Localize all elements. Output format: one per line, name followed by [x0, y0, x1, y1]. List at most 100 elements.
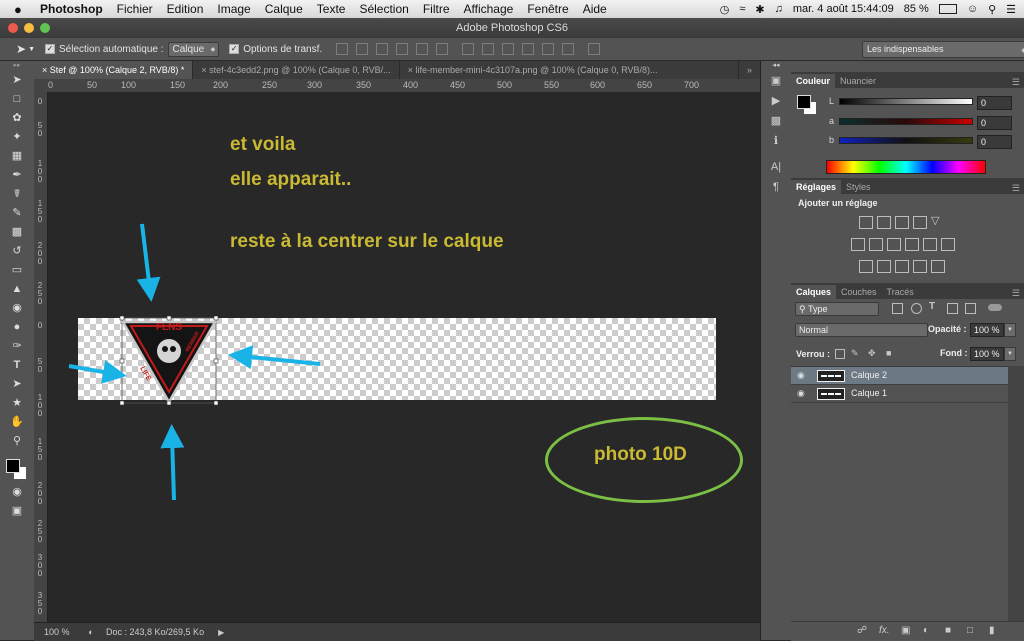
- spotlight-icon[interactable]: ⚲: [988, 3, 996, 16]
- path-selection-tool-icon[interactable]: ➤: [0, 375, 34, 394]
- a-value-field[interactable]: 0: [977, 116, 1012, 130]
- zoom-window-button[interactable]: [40, 23, 50, 33]
- menu-fenetre[interactable]: Fenêtre: [527, 2, 568, 16]
- tab-stef-png[interactable]: × stef-4c3edd2.png @ 100% (Calque 0, RVB…: [193, 61, 400, 79]
- apple-icon[interactable]: ●: [14, 2, 28, 17]
- volume-icon[interactable]: ♫: [775, 3, 783, 15]
- menu-calque[interactable]: Calque: [265, 2, 303, 16]
- actions-panel-icon[interactable]: ▶: [761, 91, 791, 111]
- fill-dropdown-icon[interactable]: ▼: [1004, 347, 1016, 361]
- workspace-dropdown[interactable]: Les indispensables: [862, 41, 1024, 58]
- marquee-tool-icon[interactable]: □: [0, 90, 34, 109]
- clock[interactable]: mar. 4 août 15:44:09: [793, 3, 894, 15]
- shape-tool-icon[interactable]: ★: [0, 394, 34, 413]
- layer-name[interactable]: Calque 2: [851, 367, 887, 384]
- blur-tool-icon[interactable]: ◉: [0, 299, 34, 318]
- tools-collapse-icon[interactable]: ▸▸: [0, 61, 34, 71]
- menu-fichier[interactable]: Fichier: [117, 2, 153, 16]
- lock-all-icon[interactable]: ■: [886, 348, 898, 359]
- brush-tool-icon[interactable]: ✎: [0, 204, 34, 223]
- user-icon[interactable]: ☺: [967, 3, 978, 15]
- tab-close-icon[interactable]: ×: [201, 65, 206, 75]
- history-brush-tool-icon[interactable]: ↺: [0, 242, 34, 261]
- dodge-tool-icon[interactable]: ●: [0, 318, 34, 337]
- panel-menu-icon[interactable]: ☰: [1012, 77, 1024, 88]
- distribute-bottom-icon[interactable]: [502, 43, 515, 55]
- magic-wand-tool-icon[interactable]: ✦: [0, 128, 34, 147]
- b-slider[interactable]: [839, 137, 973, 144]
- color-fg-swatch[interactable]: [797, 95, 811, 109]
- tab-styles[interactable]: Styles: [841, 180, 876, 194]
- paragraph-panel-icon[interactable]: ¶: [761, 177, 791, 197]
- layer-name[interactable]: Calque 1: [851, 385, 887, 402]
- crop-tool-icon[interactable]: ▦: [0, 147, 34, 166]
- black-white-adjustment-icon[interactable]: [887, 238, 901, 251]
- character-panel-icon[interactable]: A|: [761, 157, 791, 177]
- move-tool-icon[interactable]: ➤: [0, 71, 34, 90]
- properties-panel-icon[interactable]: ▩: [761, 111, 791, 131]
- layer-row-calque-1[interactable]: ◉ Calque 1: [791, 385, 1008, 403]
- align-top-icon[interactable]: [336, 43, 349, 55]
- layer-row-calque-2[interactable]: ◉ Calque 2: [791, 367, 1008, 385]
- opacity-field[interactable]: 100 %: [970, 323, 1004, 337]
- vibrance-adjustment-icon[interactable]: ▽: [931, 216, 943, 227]
- lasso-tool-icon[interactable]: ✿: [0, 109, 34, 128]
- blend-mode-dropdown[interactable]: Normal: [795, 323, 928, 337]
- pen-tool-icon[interactable]: ✑: [0, 337, 34, 356]
- zoom-tool-icon[interactable]: ⚲: [0, 432, 34, 451]
- menu-affichage[interactable]: Affichage: [464, 2, 514, 16]
- filter-type-icon[interactable]: T: [929, 301, 941, 312]
- link-layers-icon[interactable]: ☍: [857, 625, 867, 636]
- tab-stef[interactable]: × Stef @ 100% (Calque 2, RVB/8) *: [34, 61, 194, 79]
- tabs-overflow-icon[interactable]: »: [739, 61, 760, 79]
- horizontal-ruler[interactable]: 0 50 100 150 200 250 300 350 400 450 500…: [34, 79, 760, 93]
- gradient-map-adjustment-icon[interactable]: [931, 260, 945, 273]
- layer-filter-dropdown[interactable]: ⚲ Type: [795, 302, 879, 316]
- eyedropper-tool-icon[interactable]: ✒: [0, 166, 34, 185]
- l-value-field[interactable]: 0: [977, 96, 1012, 110]
- wifi-icon[interactable]: ≈: [739, 3, 745, 15]
- hue-saturation-adjustment-icon[interactable]: [851, 238, 865, 251]
- dock-collapse-icon[interactable]: ◂◂: [761, 61, 791, 71]
- battery-icon[interactable]: [938, 4, 957, 14]
- status-menu-arrow-icon[interactable]: ▶: [218, 628, 224, 637]
- tab-close-icon[interactable]: ×: [408, 65, 413, 75]
- auto-select-dropdown[interactable]: Calque: [167, 41, 220, 57]
- align-bottom-icon[interactable]: [376, 43, 389, 55]
- levels-adjustment-icon[interactable]: [877, 216, 891, 229]
- menu-texte[interactable]: Texte: [317, 2, 346, 16]
- distribute-top-icon[interactable]: [462, 43, 475, 55]
- lock-pixels-icon[interactable]: ✎: [851, 348, 863, 359]
- status-info-icon[interactable]: ◐: [84, 627, 98, 637]
- time-machine-icon[interactable]: ◷: [720, 3, 730, 16]
- distribute-left-icon[interactable]: [522, 43, 535, 55]
- menu-selection[interactable]: Sélection: [359, 2, 408, 16]
- panel-menu-icon[interactable]: ☰: [1012, 183, 1024, 194]
- notification-icon[interactable]: ☰: [1006, 3, 1016, 16]
- screen-mode-icon[interactable]: ▣: [0, 502, 34, 521]
- distribute-right-icon[interactable]: [562, 43, 575, 55]
- hand-tool-icon[interactable]: ✋: [0, 413, 34, 432]
- panel-menu-icon[interactable]: ☰: [1012, 288, 1024, 299]
- opacity-dropdown-icon[interactable]: ▼: [1004, 323, 1016, 337]
- minimize-window-button[interactable]: [24, 23, 34, 33]
- auto-align-icon[interactable]: [588, 43, 601, 55]
- lock-transparent-icon[interactable]: [835, 349, 845, 359]
- layers-scrollbar[interactable]: [1008, 366, 1024, 621]
- curves-adjustment-icon[interactable]: [895, 216, 909, 229]
- foreground-color-swatch[interactable]: [6, 459, 20, 473]
- distribute-hcenter-icon[interactable]: [542, 43, 555, 55]
- menu-image[interactable]: Image: [217, 2, 250, 16]
- clone-stamp-tool-icon[interactable]: ▩: [0, 223, 34, 242]
- align-hcenter-icon[interactable]: [416, 43, 429, 55]
- delete-layer-icon[interactable]: ▮: [989, 625, 995, 636]
- visibility-eye-icon[interactable]: ◉: [797, 385, 805, 402]
- a-slider[interactable]: [839, 118, 973, 125]
- align-vcenter-icon[interactable]: [356, 43, 369, 55]
- threshold-adjustment-icon[interactable]: [895, 260, 909, 273]
- brightness-adjustment-icon[interactable]: [859, 216, 873, 229]
- visibility-eye-icon[interactable]: ◉: [797, 367, 805, 384]
- color-balance-adjustment-icon[interactable]: [869, 238, 883, 251]
- tab-reglages[interactable]: Réglages: [791, 180, 842, 194]
- menu-photoshop[interactable]: Photoshop: [40, 2, 103, 16]
